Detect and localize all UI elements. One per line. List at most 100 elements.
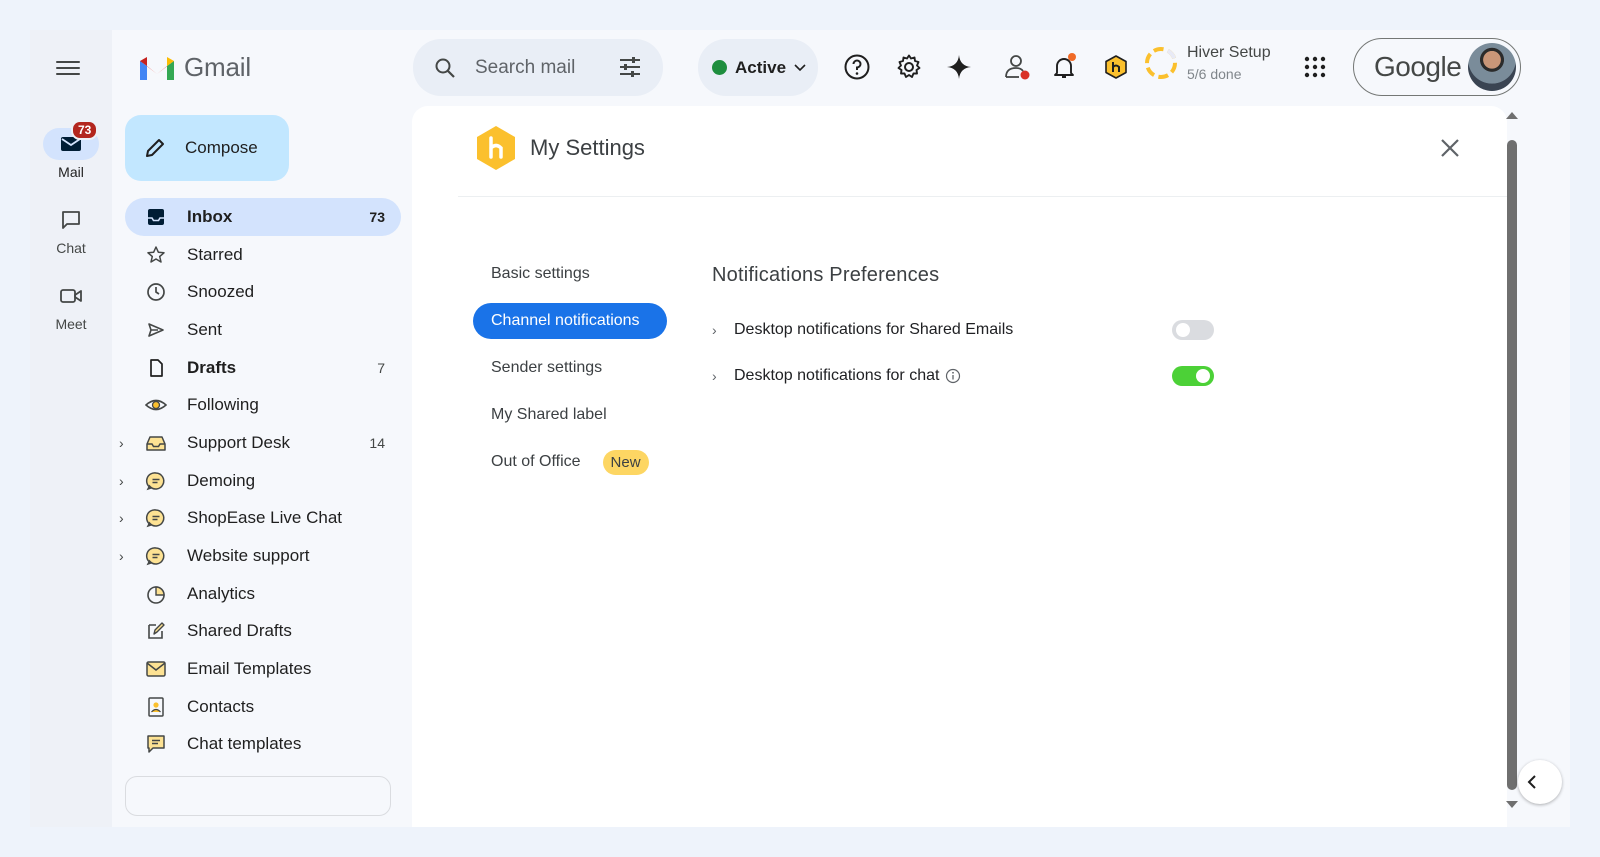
compose-button[interactable]: Compose bbox=[125, 115, 289, 181]
nav-item-label: Starred bbox=[187, 244, 243, 264]
user-status-icon bbox=[1005, 55, 1030, 80]
expand-chevron-icon[interactable]: › bbox=[119, 548, 124, 564]
gmail-wordmark: Gmail bbox=[184, 52, 251, 82]
scroll-up-arrow-icon[interactable] bbox=[1505, 110, 1519, 120]
gemini-button[interactable] bbox=[944, 52, 974, 82]
help-button[interactable] bbox=[842, 52, 872, 82]
settings-button[interactable] bbox=[894, 52, 924, 82]
nav-item-website-support[interactable]: › Website support bbox=[119, 537, 401, 575]
nav-item-drafts[interactable]: Drafts 7 bbox=[125, 349, 401, 387]
help-icon bbox=[844, 54, 870, 80]
info-icon[interactable] bbox=[945, 368, 961, 384]
nav-item-label: Shared Drafts bbox=[187, 621, 292, 641]
app-rail: 73 Mail Chat Meet bbox=[30, 30, 112, 827]
nav-item-chat-templates[interactable]: Chat templates bbox=[125, 726, 401, 764]
edit-square-icon bbox=[145, 620, 167, 642]
gmail-logo[interactable]: Gmail bbox=[138, 52, 251, 83]
rail-chat[interactable]: Chat bbox=[30, 204, 112, 256]
hiver-setup-progress[interactable]: Hiver Setup 5/6 done bbox=[1143, 44, 1271, 82]
nav-item-starred[interactable]: Starred bbox=[125, 236, 401, 274]
nav-item-label: Demoing bbox=[187, 470, 256, 490]
nav-item-contacts[interactable]: Contacts bbox=[125, 688, 401, 726]
mail-unread-badge: 73 bbox=[71, 120, 99, 140]
rail-meet[interactable]: Meet bbox=[30, 280, 112, 332]
rail-chat-label: Chat bbox=[56, 240, 86, 256]
settings-tab-channel-notifications[interactable]: Channel notifications bbox=[473, 303, 667, 339]
bell-icon bbox=[1054, 53, 1076, 78]
nav-item-following[interactable]: Following bbox=[125, 386, 401, 424]
hiver-availability-button[interactable] bbox=[1003, 52, 1033, 82]
scroll-down-arrow-icon[interactable] bbox=[1505, 800, 1519, 810]
side-panel-toggle[interactable] bbox=[1518, 760, 1562, 804]
nav-item-support-desk[interactable]: › Support Desk 14 bbox=[119, 424, 401, 462]
nav-item-label: Website support bbox=[187, 546, 310, 566]
mail-icon: 73 bbox=[43, 120, 99, 160]
nav-bottom-card[interactable] bbox=[125, 776, 391, 816]
nav-item-inbox[interactable]: Inbox 73 bbox=[125, 198, 401, 236]
chat-bubble-icon bbox=[145, 507, 167, 529]
contact-card-icon bbox=[145, 696, 167, 718]
settings-tab-shared-label[interactable]: My Shared label bbox=[473, 397, 667, 433]
expand-chevron-icon[interactable]: › bbox=[712, 322, 734, 338]
google-apps-button[interactable] bbox=[1300, 52, 1330, 82]
pref-shared-emails: › Desktop notifications for Shared Email… bbox=[712, 307, 1232, 353]
hiver-logo-icon bbox=[1105, 55, 1127, 79]
expand-chevron-icon[interactable]: › bbox=[119, 473, 124, 489]
hiver-setup-title: Hiver Setup bbox=[1187, 44, 1271, 61]
gmail-m-icon bbox=[140, 56, 174, 80]
star-icon bbox=[145, 244, 167, 266]
pref-chat: › Desktop notifications for chat bbox=[712, 353, 1232, 399]
settings-tab-out-of-office[interactable]: Out of Office New bbox=[473, 444, 667, 480]
status-label: Active bbox=[735, 57, 787, 77]
hiver-logo-icon bbox=[477, 126, 515, 170]
account-switcher[interactable]: Google bbox=[1353, 38, 1521, 96]
setup-progress-ring-icon bbox=[1145, 47, 1177, 79]
expand-chevron-icon[interactable]: › bbox=[712, 368, 734, 384]
status-active-dot bbox=[712, 60, 727, 75]
mailbox-nav: Inbox 73 Starred Snoozed Sent Drafts 7 F… bbox=[119, 198, 401, 764]
expand-chevron-icon[interactable]: › bbox=[119, 435, 124, 451]
nav-item-shopease-live-chat[interactable]: › ShopEase Live Chat bbox=[119, 500, 401, 538]
expand-chevron-icon[interactable]: › bbox=[119, 510, 124, 526]
clock-icon bbox=[145, 281, 167, 303]
hiver-setup-progress-text: 5/6 done bbox=[1187, 66, 1242, 82]
main-menu-button[interactable] bbox=[56, 57, 80, 81]
nav-item-label: Snoozed bbox=[187, 282, 255, 302]
gmail-window: 73 Mail Chat Meet Gmail Compose Inbox 73… bbox=[30, 30, 1570, 827]
chat-toggle[interactable] bbox=[1172, 366, 1214, 386]
shared-emails-toggle[interactable] bbox=[1172, 320, 1214, 340]
nav-item-snoozed[interactable]: Snoozed bbox=[125, 273, 401, 311]
hiver-button[interactable] bbox=[1101, 52, 1131, 82]
status-selector[interactable]: Active bbox=[698, 39, 818, 96]
nav-item-label: ShopEase Live Chat bbox=[187, 508, 342, 528]
search-options-icon[interactable] bbox=[617, 55, 643, 79]
nav-item-demoing[interactable]: › Demoing bbox=[119, 462, 401, 500]
nav-item-label: Inbox bbox=[187, 206, 233, 226]
search-icon[interactable] bbox=[433, 56, 457, 80]
nav-item-email-templates[interactable]: Email Templates bbox=[125, 650, 401, 688]
shared-inbox-icon bbox=[145, 432, 167, 454]
chevron-down-icon bbox=[794, 63, 806, 71]
compose-label: Compose bbox=[185, 138, 258, 157]
avatar[interactable] bbox=[1468, 43, 1516, 91]
nav-item-analytics[interactable]: Analytics bbox=[125, 575, 401, 613]
settings-tab-sender[interactable]: Sender settings bbox=[473, 350, 667, 386]
support-desk-count: 14 bbox=[369, 434, 385, 451]
settings-tab-basic[interactable]: Basic settings bbox=[473, 256, 667, 292]
nav-item-shared-drafts[interactable]: Shared Drafts bbox=[125, 613, 401, 651]
search-input[interactable] bbox=[475, 56, 575, 79]
rail-mail[interactable]: 73 Mail bbox=[30, 120, 112, 180]
hiver-settings-panel: My Settings Basic settings Channel notif… bbox=[412, 106, 1507, 827]
google-wordmark: Google bbox=[1374, 51, 1462, 82]
close-icon[interactable] bbox=[1438, 136, 1462, 160]
nav-item-label: Sent bbox=[187, 319, 222, 339]
nav-item-sent[interactable]: Sent bbox=[125, 311, 401, 349]
search-bar[interactable] bbox=[413, 39, 663, 96]
nav-item-label: Contacts bbox=[187, 696, 255, 716]
notifications-button[interactable] bbox=[1050, 52, 1080, 82]
settings-header: My Settings bbox=[474, 124, 645, 172]
scrollbar-thumb[interactable] bbox=[1507, 140, 1517, 790]
rail-meet-label: Meet bbox=[55, 316, 87, 332]
chat-bubble-icon bbox=[145, 545, 167, 567]
pencil-icon bbox=[146, 139, 164, 157]
